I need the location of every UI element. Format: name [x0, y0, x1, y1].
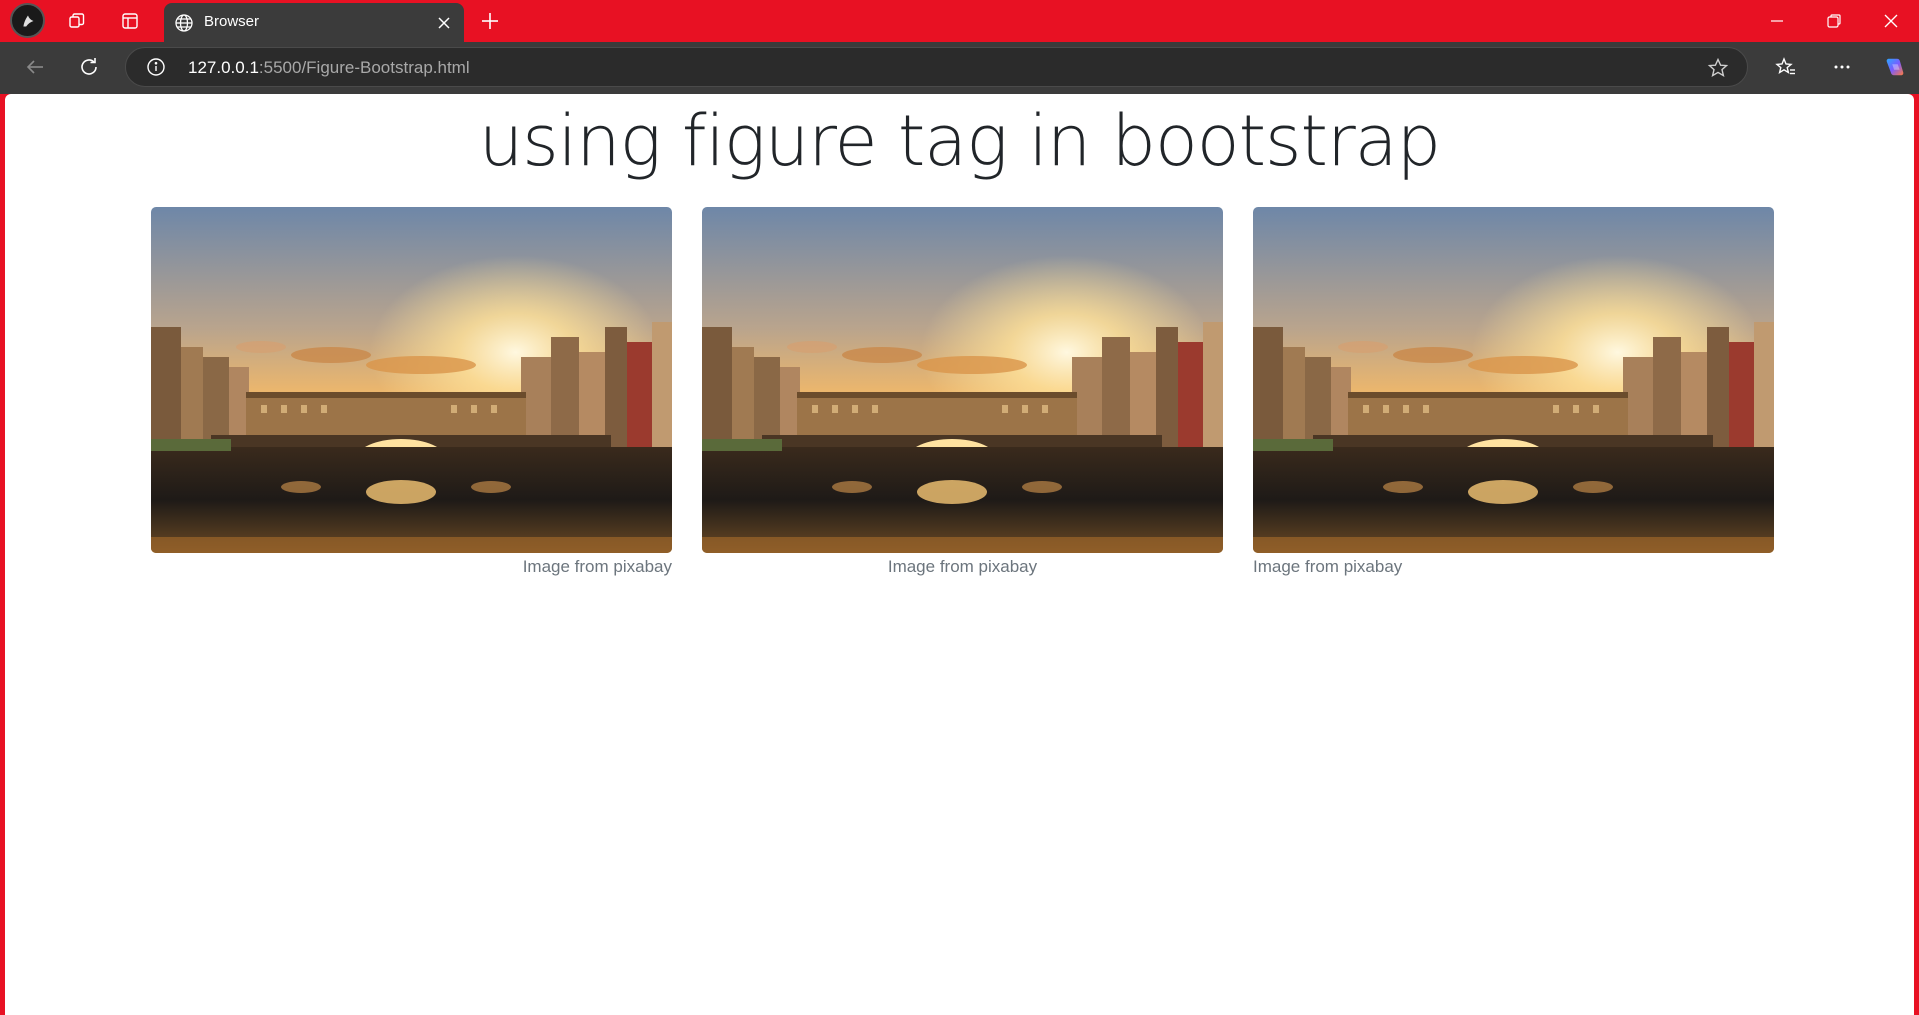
- browser-toolbar: 127.0.0.1:5500/Figure-Bootstrap.html: [0, 42, 1919, 94]
- close-window-button[interactable]: [1871, 7, 1911, 35]
- figure-image: [702, 207, 1223, 553]
- restore-button[interactable]: [1814, 7, 1854, 35]
- plus-icon[interactable]: [478, 9, 502, 33]
- close-icon[interactable]: [434, 13, 454, 33]
- title-bar: Browser: [0, 0, 1919, 42]
- info-icon[interactable]: [146, 57, 166, 77]
- figure-image: [151, 207, 672, 553]
- back-arrow-icon[interactable]: [20, 52, 50, 82]
- more-icon[interactable]: [1827, 52, 1857, 82]
- profile-avatar-icon[interactable]: [10, 3, 45, 38]
- globe-icon: [175, 14, 193, 32]
- page-viewport: using figure tag in bootstrap Image from…: [5, 94, 1914, 1015]
- figure-caption: Image from pixabay: [887, 557, 1038, 576]
- figure-3: Image from pixabay: [1253, 207, 1774, 577]
- workspaces-icon[interactable]: [63, 8, 91, 34]
- figure-2: Image from pixabay: [702, 207, 1223, 577]
- tab-actions-icon[interactable]: [116, 8, 144, 34]
- figure-caption: Image from pixabay: [1253, 557, 1403, 576]
- minimize-button[interactable]: [1757, 7, 1797, 35]
- url-host: 127.0.0.1: [188, 58, 259, 77]
- active-tab[interactable]: Browser: [164, 3, 464, 42]
- figure-1: Image from pixabay: [151, 207, 672, 577]
- figure-image: [1253, 207, 1774, 553]
- figure-caption: Image from pixabay: [522, 557, 672, 576]
- star-icon[interactable]: [1707, 57, 1729, 79]
- tab-title: Browser: [204, 13, 260, 30]
- page-heading: using figure tag in bootstrap: [478, 100, 1441, 182]
- favorites-icon[interactable]: [1771, 52, 1801, 82]
- refresh-icon[interactable]: [74, 52, 104, 82]
- url-text[interactable]: 127.0.0.1:5500/Figure-Bootstrap.html: [188, 58, 470, 78]
- address-bar[interactable]: 127.0.0.1:5500/Figure-Bootstrap.html: [125, 47, 1748, 87]
- url-path: :5500/Figure-Bootstrap.html: [258, 58, 470, 77]
- copilot-icon[interactable]: [1880, 52, 1910, 82]
